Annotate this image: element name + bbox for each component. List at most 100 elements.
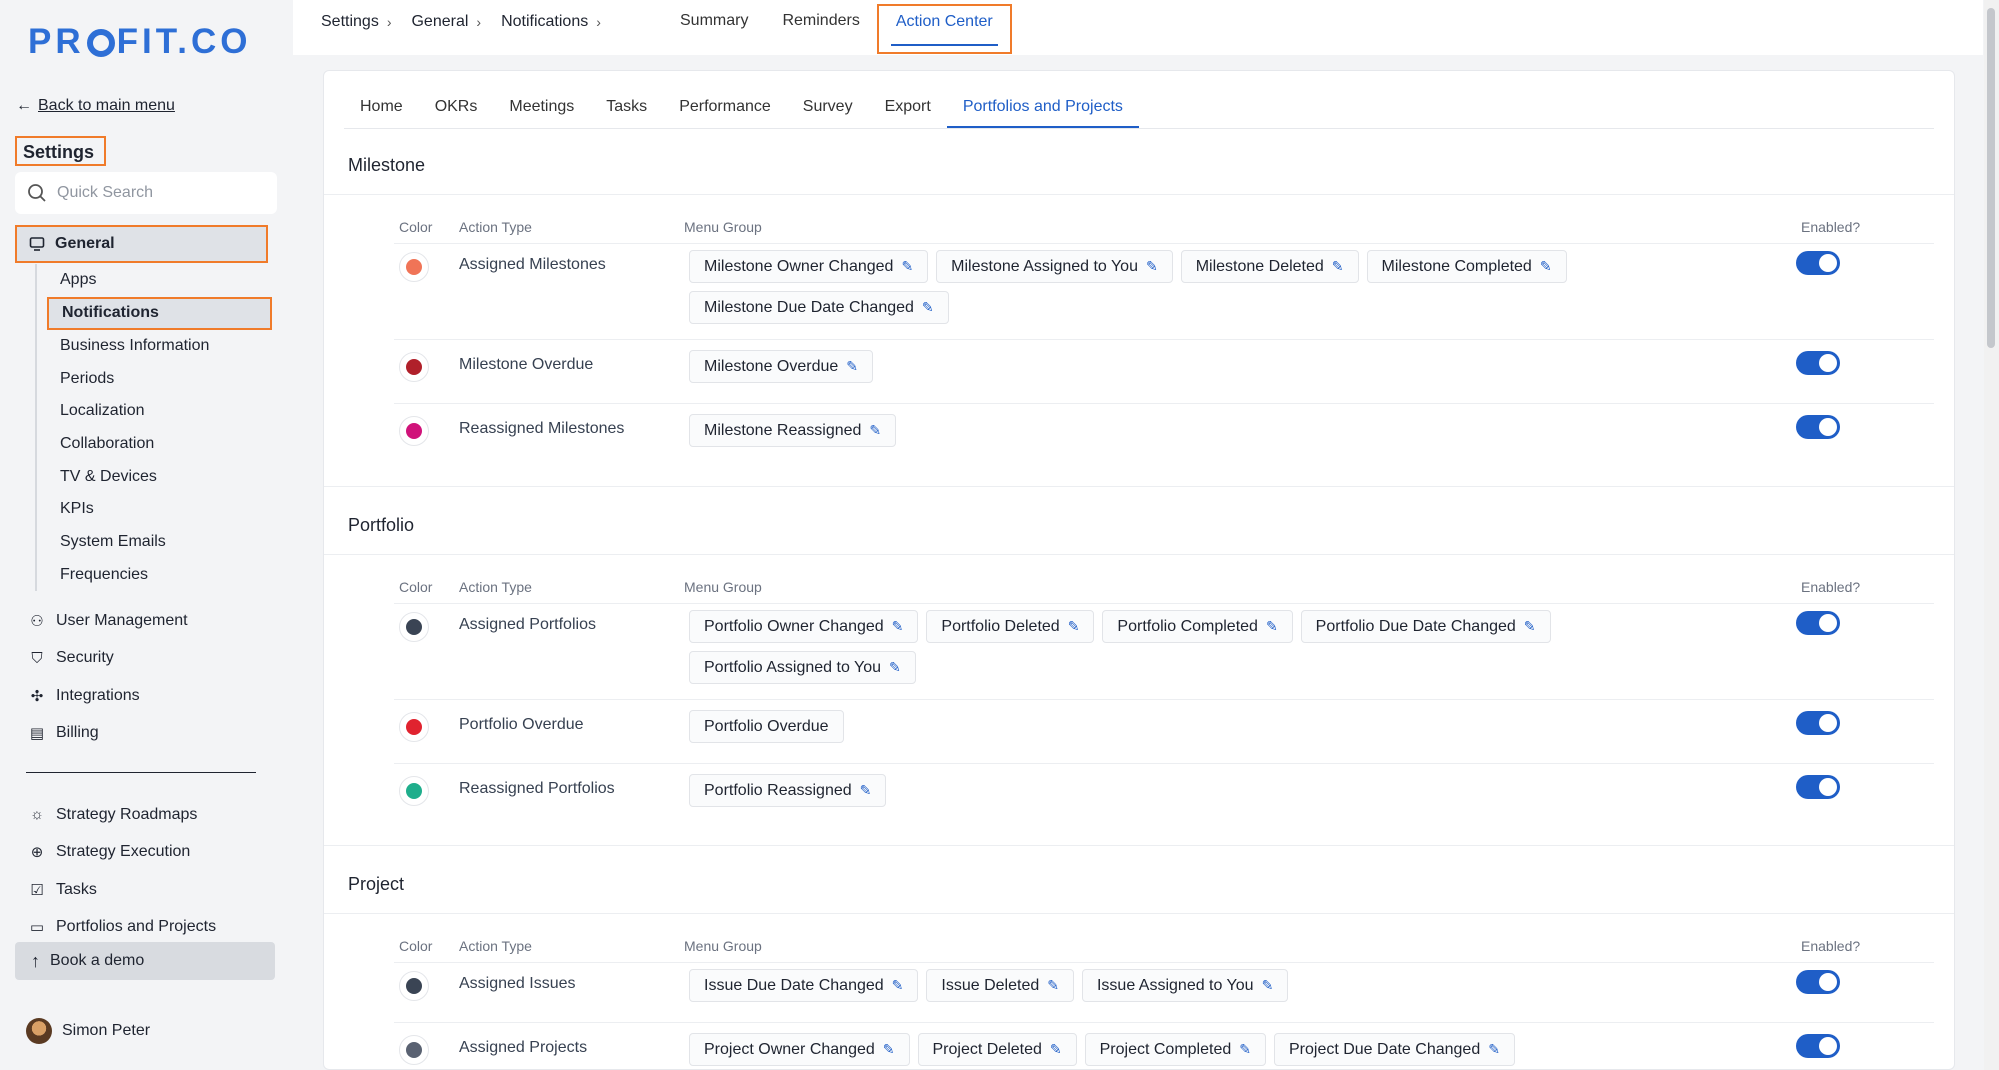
sidebar-item-tv-and-devices[interactable]: TV & Devices [37, 460, 275, 493]
menu-group-chip[interactable]: Portfolio Assigned to You ✎ [689, 651, 916, 684]
tab-reminders[interactable]: Reminders [765, 0, 876, 54]
color-swatch[interactable] [399, 712, 429, 742]
pencil-icon[interactable]: ✎ [1524, 618, 1536, 635]
enabled-toggle[interactable] [1796, 970, 1840, 994]
sidebar-item-tasks[interactable]: ☑ Tasks [28, 871, 278, 909]
section-divider [324, 845, 1954, 846]
menu-group-chip[interactable]: Portfolio Owner Changed ✎ [689, 610, 919, 643]
tab-okrs[interactable]: OKRs [419, 98, 494, 128]
menu-group-chip[interactable]: Milestone Assigned to You ✎ [936, 250, 1173, 283]
enabled-toggle[interactable] [1796, 251, 1840, 275]
enabled-toggle[interactable] [1796, 611, 1840, 635]
tab-meetings[interactable]: Meetings [493, 98, 590, 128]
menu-group-chip[interactable]: Issue Deleted ✎ [926, 969, 1074, 1002]
breadcrumb-settings[interactable]: Settings [321, 13, 379, 31]
menu-group-chip[interactable]: Milestone Completed ✎ [1366, 250, 1567, 283]
scrollbar[interactable] [1984, 0, 1999, 1070]
pencil-icon[interactable]: ✎ [883, 1041, 895, 1058]
user-profile[interactable]: Simon Peter [26, 1018, 150, 1044]
pencil-icon[interactable]: ✎ [922, 299, 934, 316]
pencil-icon[interactable]: ✎ [1262, 977, 1274, 994]
color-swatch[interactable] [399, 252, 429, 282]
sidebar-item-security[interactable]: ⛉ Security [28, 640, 278, 678]
quick-search-input[interactable]: Quick Search [15, 172, 277, 214]
sidebar-item-integrations[interactable]: ✣ Integrations [28, 677, 278, 715]
menu-group-chip[interactable]: Project Deleted ✎ [917, 1033, 1077, 1066]
tab-portfolios-and-projects[interactable]: Portfolios and Projects [946, 98, 1139, 128]
pencil-icon[interactable]: ✎ [1540, 258, 1552, 275]
pencil-icon[interactable]: ✎ [892, 618, 904, 635]
pencil-icon[interactable]: ✎ [1068, 618, 1080, 635]
menu-group-chip[interactable]: Project Owner Changed ✎ [689, 1033, 910, 1066]
sidebar-item-apps[interactable]: Apps [37, 264, 275, 297]
book-demo-button[interactable]: ↑ Book a demo [15, 942, 275, 980]
menu-group-chip[interactable]: Project Completed ✎ [1084, 1033, 1266, 1066]
menu-group-chip[interactable]: Milestone Overdue ✎ [689, 350, 874, 383]
scrollbar-thumb[interactable] [1987, 8, 1995, 348]
enabled-toggle[interactable] [1796, 1034, 1840, 1058]
breadcrumb-general[interactable]: General [411, 13, 468, 31]
color-swatch[interactable] [399, 352, 429, 382]
menu-group-chip[interactable]: Portfolio Deleted ✎ [926, 610, 1095, 643]
tab-home[interactable]: Home [344, 98, 419, 128]
user-icon: ⚇ [30, 612, 44, 630]
sidebar-item-notifications[interactable]: Notifications [47, 296, 272, 330]
profit-co-logo[interactable]: PR FIT.CO [28, 22, 251, 62]
sidebar-item-system-emails[interactable]: System Emails [37, 526, 275, 559]
pencil-icon[interactable]: ✎ [1332, 258, 1344, 275]
pencil-icon[interactable]: ✎ [869, 422, 881, 439]
menu-group-chip[interactable]: Project Due Date Changed ✎ [1273, 1033, 1515, 1066]
menu-group-chip[interactable]: Portfolio Completed ✎ [1102, 610, 1293, 643]
sidebar-item-portfolios-and-projects[interactable]: ▭ Portfolios and Projects [28, 909, 278, 947]
sidebar-item-collaboration[interactable]: Collaboration [37, 428, 275, 461]
tab-export[interactable]: Export [869, 98, 947, 128]
pencil-icon[interactable]: ✎ [892, 977, 904, 994]
enabled-toggle[interactable] [1796, 415, 1840, 439]
sidebar-item-strategy-roadmaps[interactable]: ☼ Strategy Roadmaps [28, 796, 278, 834]
pencil-icon[interactable]: ✎ [1239, 1041, 1251, 1058]
menu-group-chip[interactable]: Issue Due Date Changed ✎ [689, 969, 919, 1002]
chip-label: Milestone Assigned to You [951, 257, 1138, 275]
pencil-icon[interactable]: ✎ [1266, 618, 1278, 635]
menu-group-chip[interactable]: Portfolio Overdue [689, 710, 844, 743]
color-swatch[interactable] [399, 971, 429, 1001]
menu-group-chip[interactable]: Portfolio Reassigned ✎ [689, 774, 887, 807]
tab-action-center[interactable]: Action Center [876, 4, 1012, 54]
sidebar-item-strategy-execution[interactable]: ⊕ Strategy Execution [28, 834, 278, 872]
color-swatch[interactable] [399, 1035, 429, 1065]
sidebar-item-kpis[interactable]: KPIs [37, 493, 275, 526]
menu-group-chip[interactable]: Milestone Deleted ✎ [1180, 250, 1359, 283]
enabled-toggle[interactable] [1796, 711, 1840, 735]
menu-group-chip[interactable]: Milestone Reassigned ✎ [689, 414, 897, 447]
pencil-icon[interactable]: ✎ [846, 358, 858, 375]
enabled-toggle[interactable] [1796, 775, 1840, 799]
color-swatch[interactable] [399, 416, 429, 446]
sidebar-item-frequencies[interactable]: Frequencies [37, 559, 275, 592]
pencil-icon[interactable]: ✎ [901, 258, 913, 275]
sidebar-item-localization[interactable]: Localization [37, 395, 275, 428]
menu-group-chip[interactable]: Milestone Owner Changed ✎ [689, 250, 929, 283]
pencil-icon[interactable]: ✎ [889, 659, 901, 676]
menu-group-chip[interactable]: Issue Assigned to You ✎ [1081, 969, 1289, 1002]
pencil-icon[interactable]: ✎ [1050, 1041, 1062, 1058]
pencil-icon[interactable]: ✎ [1146, 258, 1158, 275]
pencil-icon[interactable]: ✎ [860, 782, 872, 799]
color-swatch[interactable] [399, 776, 429, 806]
pencil-icon[interactable]: ✎ [1047, 977, 1059, 994]
tab-performance[interactable]: Performance [663, 98, 787, 128]
sidebar-item-billing[interactable]: ▤ Billing [28, 715, 278, 753]
sidebar-item-business-information[interactable]: Business Information [37, 330, 275, 363]
back-to-main-menu-link[interactable]: ← Back to main menu [16, 97, 175, 115]
menu-group-chip[interactable]: Milestone Due Date Changed ✎ [689, 291, 949, 324]
tab-summary[interactable]: Summary [663, 0, 765, 54]
pencil-icon[interactable]: ✎ [1488, 1041, 1500, 1058]
enabled-toggle[interactable] [1796, 351, 1840, 375]
tab-survey[interactable]: Survey [787, 98, 869, 128]
sidebar-item-periods[interactable]: Periods [37, 362, 275, 395]
color-swatch[interactable] [399, 612, 429, 642]
breadcrumb-notifications[interactable]: Notifications [501, 13, 588, 31]
sidebar-item-user-management[interactable]: ⚇ User Management [28, 602, 278, 640]
sidebar-item-general[interactable]: General [15, 225, 268, 263]
menu-group-chip[interactable]: Portfolio Due Date Changed ✎ [1300, 610, 1551, 643]
tab-tasks[interactable]: Tasks [590, 98, 663, 128]
